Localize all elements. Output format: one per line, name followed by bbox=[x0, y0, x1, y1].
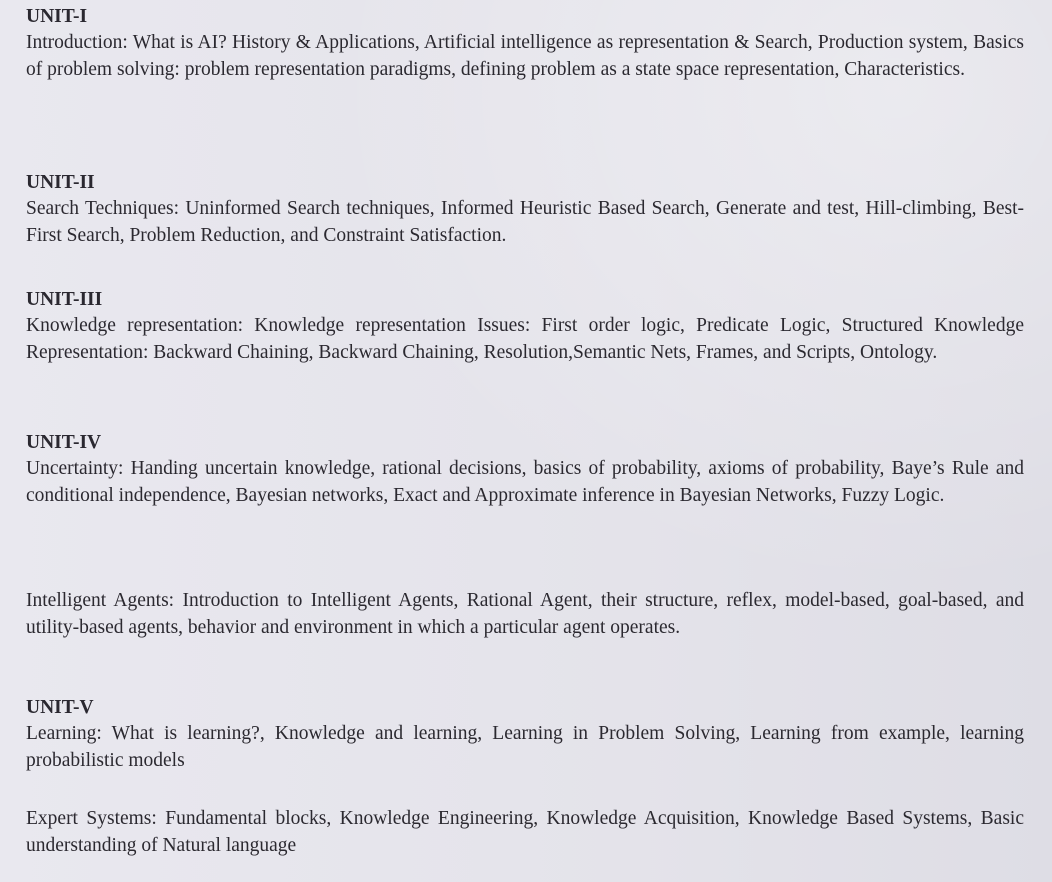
unit-2-heading: UNIT-II bbox=[26, 172, 95, 193]
intelligent-agents-text: Intelligent Agents: Introduction to Inte… bbox=[26, 590, 1024, 638]
unit-1-section: UNIT-I Introduction: What is AI? History… bbox=[26, 4, 1024, 83]
expert-systems-text: Expert Systems: Fundamental blocks, Know… bbox=[26, 808, 1024, 856]
unit-3-section: UNIT-III Knowledge representation: Knowl… bbox=[26, 287, 1024, 366]
unit-4-text: Uncertainty: Handing uncertain knowledge… bbox=[26, 458, 1024, 506]
unit-3-heading: UNIT-III bbox=[26, 289, 103, 310]
intelligent-agents-section: Intelligent Agents: Introduction to Inte… bbox=[26, 588, 1024, 641]
syllabus-page: UNIT-I Introduction: What is AI? History… bbox=[0, 0, 1052, 882]
unit-3-text: Knowledge representation: Knowledge repr… bbox=[26, 315, 1024, 363]
unit-5-text: Learning: What is learning?, Knowledge a… bbox=[26, 723, 1024, 771]
unit-1-text: Introduction: What is AI? History & Appl… bbox=[26, 32, 1024, 80]
unit-1-heading: UNIT-I bbox=[26, 6, 88, 27]
unit-5-section: UNIT-V Learning: What is learning?, Know… bbox=[26, 695, 1024, 774]
unit-4-section: UNIT-IV Uncertainty: Handing uncertain k… bbox=[26, 430, 1024, 509]
expert-systems-section: Expert Systems: Fundamental blocks, Know… bbox=[26, 806, 1024, 859]
unit-5-heading: UNIT-V bbox=[26, 697, 94, 718]
unit-2-section: UNIT-II Search Techniques: Uninformed Se… bbox=[26, 170, 1024, 249]
unit-4-heading: UNIT-IV bbox=[26, 432, 102, 453]
unit-2-text: Search Techniques: Uninformed Search tec… bbox=[26, 198, 1024, 246]
